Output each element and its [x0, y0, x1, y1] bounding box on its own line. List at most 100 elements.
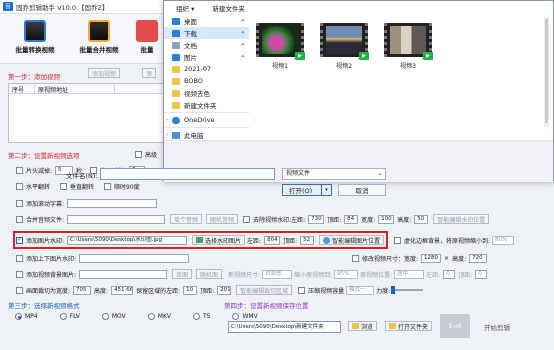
advanced-option[interactable]: 高级 [135, 148, 157, 160]
add-video-button-2[interactable]: 添 [142, 68, 157, 78]
folder-icon [172, 101, 180, 109]
crop-height-input[interactable]: 451.66 [111, 285, 134, 295]
smart-crop-button[interactable]: 智能编辑裁切区域 [236, 285, 293, 295]
size-width-input[interactable]: 1280 [421, 253, 442, 263]
image-wm-top-input[interactable]: 52 [300, 235, 315, 245]
batch-convert-button[interactable]: 批量转换视频 [6, 18, 64, 62]
random-image-button[interactable]: 随机图 [196, 269, 223, 279]
shrink-select[interactable]: 95% [334, 269, 359, 279]
merge-audio-checkbox[interactable] [16, 215, 23, 223]
add-video-button[interactable]: 添加视频 [88, 68, 121, 78]
single-image-button[interactable]: 单图 [172, 269, 193, 279]
compress-checkbox[interactable] [298, 286, 306, 294]
top-bottom-image-checkbox[interactable] [16, 254, 23, 262]
nav-folder-decolor[interactable]: 视频去色 [164, 87, 249, 99]
format-mov-radio[interactable] [101, 313, 109, 320]
nav-folder-2021-07[interactable]: 2021-07 [164, 63, 249, 75]
nav-documents[interactable]: 文档 ✦ [164, 39, 249, 51]
select-watermark-image-button[interactable]: 选择水印图片 [192, 235, 246, 245]
smart-wm-position-button[interactable]: 智能编辑水印位置 [433, 214, 490, 224]
change-size-checkbox[interactable] [352, 254, 359, 262]
random-audio-button[interactable]: 随机音频 [206, 214, 239, 224]
change-size-row: 修改视频尺寸： 宽度: 1280 × 高度: 720 [352, 252, 490, 264]
nav-desktop[interactable]: 桌面 ✦ [164, 15, 249, 27]
blur-border-checkbox[interactable] [394, 236, 401, 244]
hflip-checkbox[interactable] [16, 182, 23, 190]
format-mov[interactable]: MOV [101, 313, 126, 320]
remove-watermark-checkbox[interactable] [243, 215, 251, 223]
top-bottom-image-input[interactable] [79, 253, 190, 263]
bg-top-input[interactable]: 0 [475, 269, 488, 279]
advanced-checkbox[interactable] [135, 150, 142, 158]
format-wmv-radio[interactable] [232, 313, 240, 320]
file-type-filter[interactable]: 视频文件 ⌄ [282, 168, 386, 180]
keep-top-input[interactable]: 201 [217, 285, 232, 295]
vflip-checkbox[interactable] [60, 182, 68, 190]
background-image-input[interactable] [79, 269, 168, 279]
format-mkv-radio[interactable] [147, 313, 155, 320]
output-path-input[interactable]: C:\Users\5090\Desktop\新建文件夹 [228, 321, 341, 333]
new-folder-button[interactable]: 新建文件夹 [212, 3, 245, 13]
rotate90-checkbox[interactable] [104, 182, 112, 190]
top-bottom-image-row: 添加上下图片水印: [16, 252, 192, 264]
start-edit-icon-button[interactable]: 1→0 [440, 314, 470, 338]
pin-icon: ✦ [240, 30, 245, 36]
open-folder-button[interactable]: 打开文件夹 [385, 321, 433, 331]
keep-left-input[interactable]: 10 [183, 285, 198, 295]
audio-path-input[interactable] [67, 214, 166, 224]
image-watermark-checkbox[interactable] [16, 236, 23, 244]
compress-mode-select[interactable]: 模式一 [346, 285, 375, 295]
batch-merge-button[interactable]: 批量合并视频 [70, 18, 128, 62]
download-icon [172, 29, 180, 37]
open-button[interactable]: 打开(O) ▾ [282, 184, 332, 196]
chevron-down-icon[interactable]: ▾ [321, 185, 331, 195]
format-ts-radio[interactable] [193, 313, 200, 320]
format-mp4-radio[interactable] [15, 313, 22, 320]
filename-input[interactable] [100, 168, 275, 180]
bg-left-input[interactable]: 0 [443, 269, 456, 279]
nav-downloads[interactable]: 下载 ✦ [164, 27, 249, 39]
format-flv-radio[interactable] [59, 313, 67, 320]
smart-image-position-button[interactable]: 智能编辑图片位置 [319, 235, 385, 245]
image-watermark-path-input[interactable]: C:\Users\5090\Desktop\水印图.jpg [67, 235, 188, 245]
format-wmv[interactable]: WMV [232, 313, 258, 320]
remove-wm-height-input[interactable]: 50 [414, 214, 429, 224]
strength-slider[interactable] [391, 286, 424, 294]
batch-other-button[interactable]: 批量 [130, 18, 164, 62]
organize-menu[interactable]: 组织 ▾ [176, 3, 194, 13]
nav-folder-new[interactable]: 新建文件夹 [164, 99, 249, 111]
subtitle-input[interactable] [67, 198, 158, 208]
remove-wm-left-input[interactable]: 730 [308, 214, 325, 224]
position-select[interactable]: 居中 [394, 269, 425, 279]
crop-checkbox[interactable] [16, 286, 23, 294]
file-item-video2[interactable]: ▶ 视频2 [318, 23, 370, 70]
image-wm-left-input[interactable]: 804 [264, 235, 281, 245]
format-mkv[interactable]: MKV [147, 313, 171, 320]
file-list-scrollbar[interactable] [544, 17, 549, 127]
folder-icon [172, 65, 180, 73]
subtitle-checkbox[interactable] [16, 199, 23, 207]
size-height-input[interactable]: 720 [469, 253, 488, 263]
browse-button[interactable]: 浏览 [348, 321, 378, 331]
nav-pictures[interactable]: 图片 ✦ [164, 51, 249, 63]
trim-head-checkbox[interactable] [16, 166, 23, 174]
file-item-video3[interactable]: ▶ 视频3 [382, 23, 434, 70]
crop-row: 画面裁切为宽度: 705 高度: 451.66 保留区域的左距: 10 顶距: … [16, 284, 424, 296]
new-size-select[interactable]: 背景图 [262, 269, 293, 279]
blur-scale-select[interactable]: 80% [492, 235, 515, 245]
strength-slider-handle[interactable] [391, 286, 396, 294]
nav-onedrive[interactable]: › OneDrive [164, 114, 249, 126]
nav-folder-bobo[interactable]: BOBO [164, 75, 249, 87]
cancel-button[interactable]: 取消 [338, 184, 386, 196]
file-item-video1[interactable]: ▶ 视频1 [254, 23, 306, 70]
remove-wm-top-input[interactable]: 84 [344, 214, 359, 224]
format-flv[interactable]: FLV [59, 313, 80, 320]
start-edit-button[interactable]: 开始剪辑 [484, 322, 510, 332]
remove-wm-width-input[interactable]: 100 [378, 214, 395, 224]
single-audio-button[interactable]: 单个音频 [170, 214, 203, 224]
crop-width-input[interactable]: 705 [73, 285, 92, 295]
background-image-checkbox[interactable] [16, 270, 23, 278]
format-ts[interactable]: TS [193, 313, 210, 320]
format-mp4[interactable]: MP4 [15, 313, 38, 320]
scrollbar-thumb[interactable] [545, 19, 548, 123]
